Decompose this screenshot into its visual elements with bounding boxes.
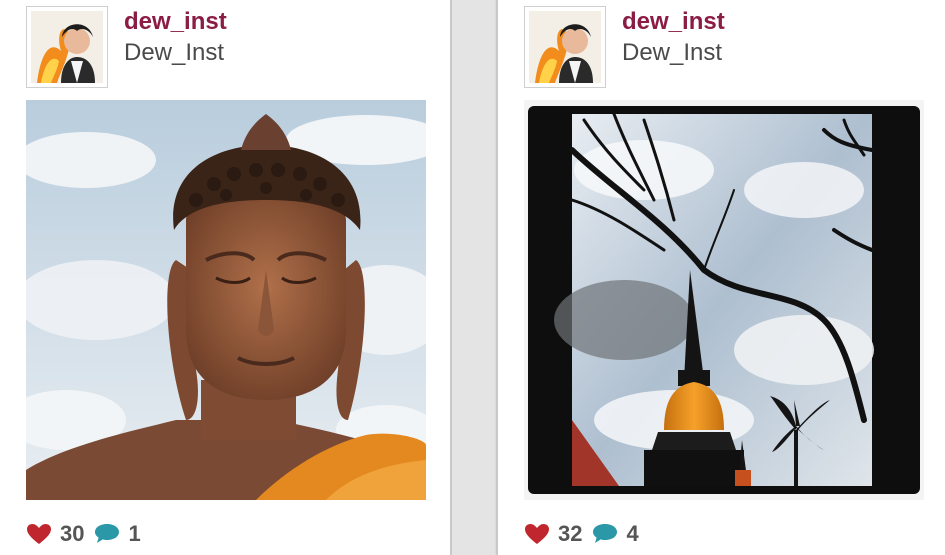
full-name: Dew_Inst xyxy=(124,39,225,66)
post-stats: 30 1 xyxy=(26,516,151,552)
post-photo[interactable] xyxy=(524,100,924,500)
likes-count: 30 xyxy=(60,521,85,546)
heart-icon[interactable] xyxy=(524,523,550,545)
comments-count: 4 xyxy=(626,521,639,546)
photo-feed: dew_inst Dew_Inst 30 1 dew_inst Dew_Inst… xyxy=(0,0,945,555)
username-link[interactable]: dew_inst xyxy=(124,8,227,36)
post-header: dew_inst Dew_Inst xyxy=(26,6,426,91)
avatar[interactable] xyxy=(524,6,606,88)
speech-bubble-icon[interactable] xyxy=(592,523,618,545)
username-link[interactable]: dew_inst xyxy=(622,8,725,36)
post-stats: 32 4 xyxy=(524,516,649,552)
post-card: dew_inst Dew_Inst xyxy=(0,0,451,555)
speech-bubble-icon[interactable] xyxy=(94,523,120,545)
comments-count: 1 xyxy=(128,521,141,546)
post-photo[interactable] xyxy=(26,100,426,500)
post-card: dew_inst Dew_Inst xyxy=(497,0,945,555)
likes-count: 32 xyxy=(558,521,583,546)
full-name: Dew_Inst xyxy=(622,39,723,66)
avatar[interactable] xyxy=(26,6,108,88)
post-header: dew_inst Dew_Inst xyxy=(524,6,924,91)
heart-icon[interactable] xyxy=(26,523,52,545)
column-gutter xyxy=(452,0,496,555)
